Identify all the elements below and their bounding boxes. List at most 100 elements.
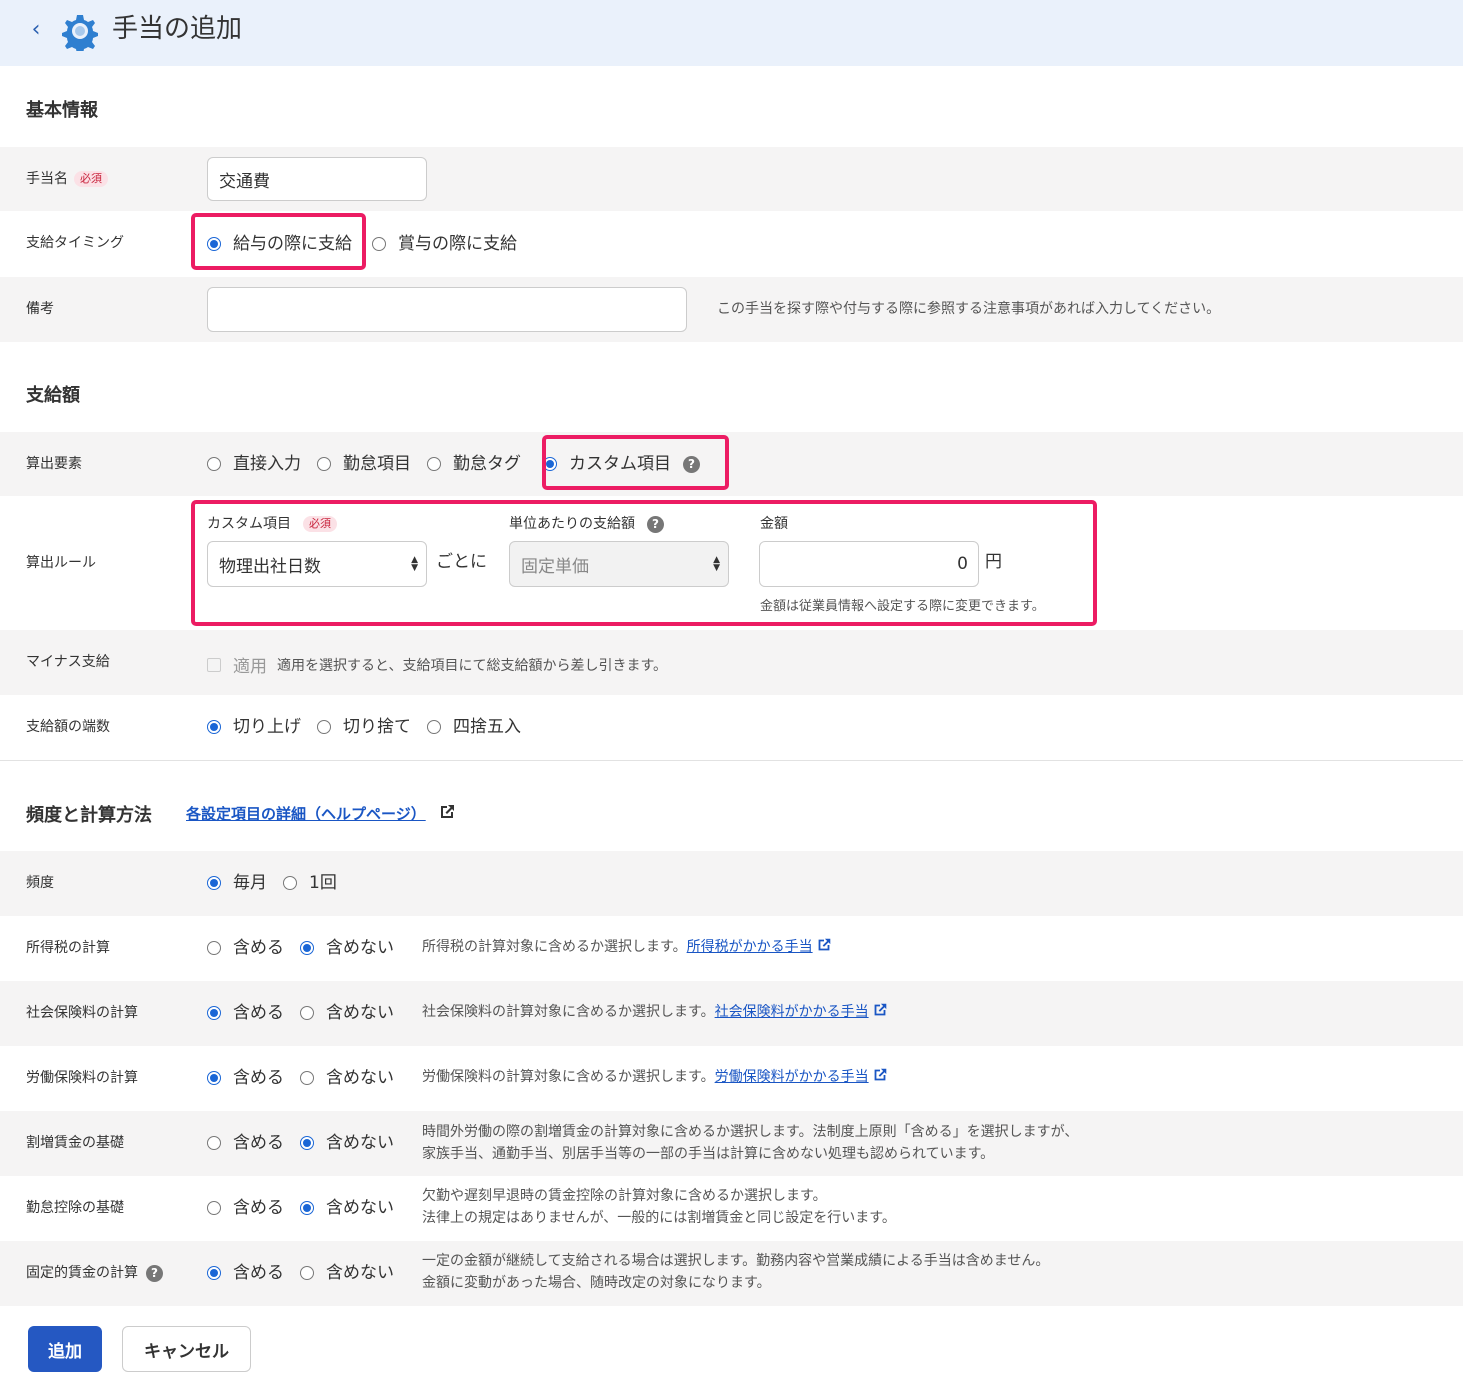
required-badge: 必須 <box>303 516 337 532</box>
unit-amount-label: 単位あたりの支給額? <box>509 514 664 534</box>
rounding-radios: 切り上げ 切り捨て 四捨五入 <box>207 716 537 738</box>
overtime-note-2: 家族手当、通勤手当、別居手当等の一部の手当は計算に含めない処理も認められています… <box>422 1146 995 1162</box>
radio-circle <box>207 1136 221 1150</box>
radio-label: 賞与の際に支給 <box>398 234 517 254</box>
radio-circle <box>300 1071 314 1085</box>
radio-circle <box>300 1201 314 1215</box>
allowance-name-input[interactable]: 交通費 <box>207 157 427 201</box>
calc-element-radios: 直接入力 勤怠項目 勤怠タグ カスタム項目? <box>207 453 716 475</box>
external-link-icon[interactable] <box>815 936 833 954</box>
radio-circle <box>427 457 441 471</box>
external-link-icon[interactable] <box>871 1001 889 1019</box>
back-chevron-icon[interactable]: ‹ <box>26 18 46 42</box>
row-payment-timing: 支給タイミング 給与の際に支給 賞与の際に支給 <box>0 211 1463 277</box>
minus-payment-checkbox-group[interactable]: 適用 適用を選択すると、支給項目にて総支給額から差し引きます。 <box>207 652 667 677</box>
fixed-note-2: 金額に変動があった場合、随時改定の対象になります。 <box>422 1275 771 1291</box>
radio-round-half[interactable]: 四捨五入 <box>427 716 521 738</box>
radio-circle <box>207 1006 221 1020</box>
select-arrows-icon: ▲ ▼ <box>713 555 720 573</box>
money-input[interactable]: 0 <box>759 541 979 587</box>
radio-overtime-exclude[interactable]: 含めない <box>300 1132 394 1154</box>
radio-circle <box>207 720 221 734</box>
deduction-base-label: 勤怠控除の基礎 <box>26 1200 124 1216</box>
cancel-button[interactable]: キャンセル <box>122 1326 251 1372</box>
radio-direct-input[interactable]: 直接入力 <box>207 453 301 475</box>
unit-amount-select[interactable]: 固定単価 ▲ ▼ <box>509 541 729 587</box>
radio-label: 含めない <box>326 1133 394 1153</box>
help-icon[interactable]: ? <box>146 1265 163 1282</box>
remarks-input[interactable] <box>207 287 687 332</box>
help-page-link[interactable]: 各設定項目の詳細（ヘルプページ） <box>186 805 426 823</box>
row-calc-element: 算出要素 直接入力 勤怠項目 勤怠タグ カスタム項目? <box>0 432 1463 496</box>
section-title-frequency: 頻度と計算方法 <box>26 805 152 826</box>
deduction-note-2: 法律上の規定はありませんが、一般的には割増賃金と同じ設定を行います。 <box>422 1210 896 1226</box>
social-insurance-link[interactable]: 社会保険料がかかる手当 <box>715 1004 869 1020</box>
radio-circle <box>300 1266 314 1280</box>
radio-circle <box>300 1136 314 1150</box>
labor-insurance-link[interactable]: 労働保険料がかかる手当 <box>715 1069 869 1085</box>
unit-amount-label-text: 単位あたりの支給額 <box>509 516 635 532</box>
custom-item-select[interactable]: 物理出社日数 ▲ ▼ <box>207 541 427 587</box>
radio-attendance-item[interactable]: 勤怠項目 <box>317 453 411 475</box>
select-arrows-icon: ▲ ▼ <box>411 555 418 573</box>
custom-item-label-text: カスタム項目 <box>207 516 291 532</box>
select-value: 物理出社日数 <box>219 556 321 577</box>
deduction-base-radios: 含める 含めない <box>207 1197 410 1219</box>
help-icon[interactable]: ? <box>683 455 700 473</box>
radio-circle <box>372 237 386 251</box>
radio-once[interactable]: 1回 <box>283 872 337 894</box>
income-tax-radios: 含める 含めない <box>207 937 410 959</box>
row-minus-payment: マイナス支給 適用 適用を選択すると、支給項目にて総支給額から差し引きます。 <box>0 630 1463 695</box>
radio-fixed-exclude[interactable]: 含めない <box>300 1262 394 1284</box>
social-insurance-radios: 含める 含めない <box>207 1002 410 1024</box>
overtime-note-1: 時間外労働の際の割増賃金の計算対象に含めるか選択します。法制度上原則「含める」を… <box>422 1124 1079 1140</box>
radio-bonus-timing[interactable]: 賞与の際に支給 <box>372 233 517 255</box>
radio-overtime-include[interactable]: 含める <box>207 1132 284 1154</box>
radio-label: 含める <box>233 1003 284 1023</box>
income-tax-label: 所得税の計算 <box>26 940 110 956</box>
per-text: ごとに <box>436 552 487 572</box>
help-page-link-wrap[interactable]: 各設定項目の詳細（ヘルプページ） <box>186 802 457 826</box>
row-social-insurance: 社会保険料の計算 含める 含めない 社会保険料の計算対象に含めるか選択します。社… <box>0 981 1463 1046</box>
radio-round-up[interactable]: 切り上げ <box>207 716 301 738</box>
radio-circle <box>207 237 221 251</box>
calc-element-label: 算出要素 <box>26 456 82 472</box>
radio-deduction-exclude[interactable]: 含めない <box>300 1197 394 1219</box>
external-link-icon[interactable] <box>871 1066 889 1084</box>
row-overtime-base: 割増賃金の基礎 含める 含めない 時間外労働の際の割増賃金の計算対象に含めるか選… <box>0 1111 1463 1176</box>
row-income-tax: 所得税の計算 含める 含めない 所得税の計算対象に含めるか選択します。所得税がか… <box>0 916 1463 981</box>
section-title-amount: 支給額 <box>26 385 80 406</box>
radio-income-tax-exclude[interactable]: 含めない <box>300 937 394 959</box>
radio-social-exclude[interactable]: 含めない <box>300 1002 394 1024</box>
radio-circle <box>300 941 314 955</box>
radio-deduction-include[interactable]: 含める <box>207 1197 284 1219</box>
fixed-wage-label: 固定的賃金の計算? <box>26 1263 163 1283</box>
radio-attendance-tag[interactable]: 勤怠タグ <box>427 453 521 475</box>
radio-labor-include[interactable]: 含める <box>207 1067 284 1089</box>
radio-income-tax-include[interactable]: 含める <box>207 937 284 959</box>
radio-fixed-include[interactable]: 含める <box>207 1262 284 1284</box>
row-labor-insurance: 労働保険料の計算 含める 含めない 労働保険料の計算対象に含めるか選択します。労… <box>0 1046 1463 1111</box>
help-icon[interactable]: ? <box>647 516 664 533</box>
required-badge: 必須 <box>74 171 108 187</box>
radio-salary-timing[interactable]: 給与の際に支給 <box>207 233 352 255</box>
radio-circle <box>427 720 441 734</box>
frequency-radios: 毎月 1回 <box>207 872 353 894</box>
radio-monthly[interactable]: 毎月 <box>207 872 267 894</box>
radio-custom-item[interactable]: カスタム項目? <box>543 453 700 475</box>
radio-round-down[interactable]: 切り捨て <box>317 716 411 738</box>
income-tax-link[interactable]: 所得税がかかる手当 <box>687 939 813 955</box>
external-link-icon[interactable] <box>437 802 457 822</box>
radio-social-include[interactable]: 含める <box>207 1002 284 1024</box>
minus-payment-checkbox[interactable] <box>207 657 221 672</box>
add-button[interactable]: 追加 <box>28 1326 102 1372</box>
labor-insurance-note: 労働保険料の計算対象に含めるか選択します。労働保険料がかかる手当 <box>422 1066 889 1088</box>
radio-label: 含めない <box>326 1198 394 1218</box>
radio-circle <box>283 876 297 890</box>
radio-circle <box>300 1006 314 1020</box>
remarks-label: 備考 <box>26 301 54 317</box>
radio-circle <box>207 1201 221 1215</box>
radio-labor-exclude[interactable]: 含めない <box>300 1067 394 1089</box>
section-divider <box>0 760 1463 761</box>
page-header: ‹ 手当の追加 <box>0 0 1463 66</box>
